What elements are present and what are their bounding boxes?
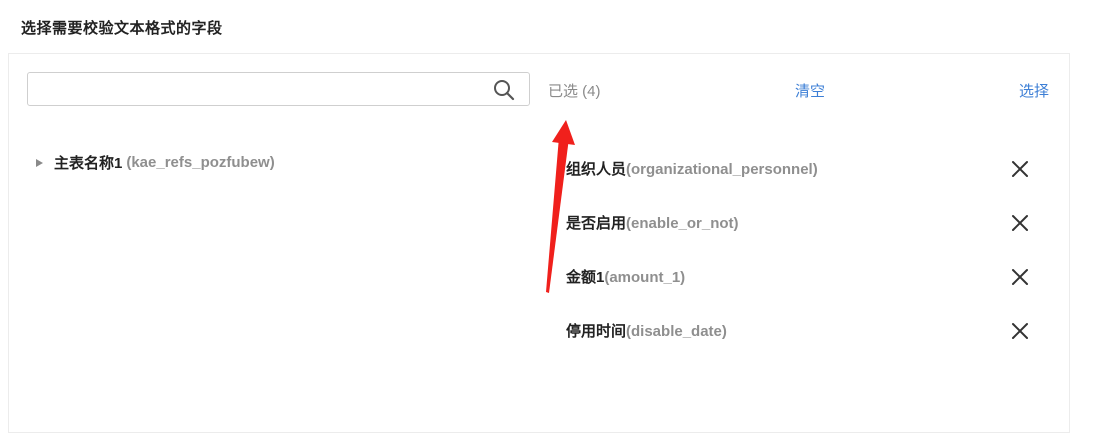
field-selector-panel <box>8 53 1070 433</box>
search-input[interactable] <box>36 77 480 103</box>
selected-item: 组织人员(organizational_personnel) <box>566 158 1036 180</box>
caret-right-icon[interactable] <box>36 158 43 167</box>
close-icon[interactable] <box>1010 213 1030 233</box>
close-icon[interactable] <box>1010 267 1030 287</box>
selected-item-code: (organizational_personnel) <box>626 161 818 178</box>
selected-item-code: (enable_or_not) <box>626 215 739 232</box>
page-title: 选择需要校验文本格式的字段 <box>21 20 223 37</box>
selected-item: 停用时间(disable_date) <box>566 320 1036 342</box>
selected-item-label: 金额1 <box>566 269 605 286</box>
tree-node-name: 主表名称1 <box>54 155 123 172</box>
selected-item-label: 是否启用 <box>566 215 627 232</box>
close-icon[interactable] <box>1010 159 1030 179</box>
selected-item-code: (amount_1) <box>604 269 686 286</box>
tree-node-code: (kae_refs_pozfubew) <box>126 154 275 171</box>
search-field[interactable] <box>27 72 530 106</box>
close-icon[interactable] <box>1010 321 1030 341</box>
selected-item-code: (disable_date) <box>626 323 727 340</box>
search-icon[interactable] <box>493 79 515 101</box>
tree-node-main-table[interactable]: 主表名称1 (kae_refs_pozfubew) <box>36 152 275 173</box>
clear-button[interactable]: 清空 <box>795 80 825 101</box>
select-button[interactable]: 选择 <box>1019 80 1049 101</box>
selected-item-label: 停用时间 <box>566 323 627 340</box>
selected-item: 金额1(amount_1) <box>566 266 1036 288</box>
selected-item: 是否启用(enable_or_not) <box>566 212 1036 234</box>
selected-item-label: 组织人员 <box>566 161 627 178</box>
selected-count: 已选 (4) <box>548 83 601 100</box>
